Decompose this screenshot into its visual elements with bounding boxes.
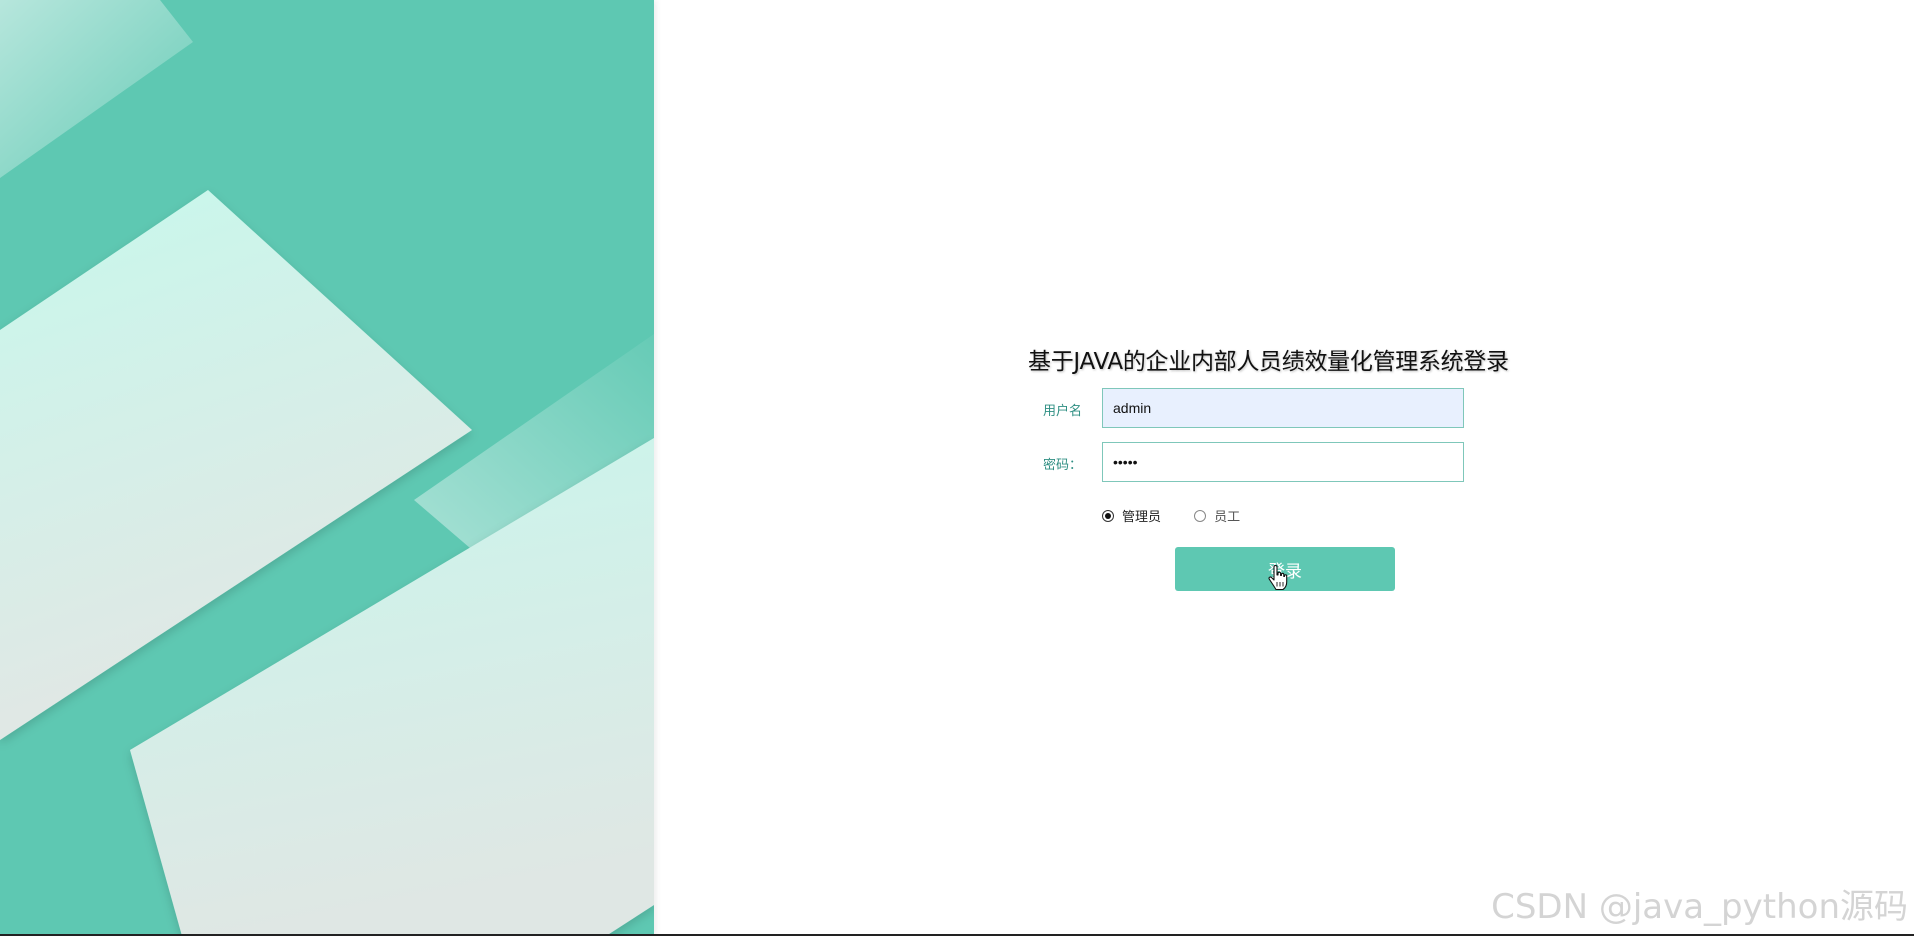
username-label: 用户名 bbox=[1043, 404, 1083, 419]
username-row: 用户名 bbox=[1020, 388, 1580, 432]
role-option-staff[interactable]: 员工 bbox=[1194, 506, 1240, 525]
radio-unchecked-icon[interactable] bbox=[1194, 509, 1207, 522]
radio-checked-icon[interactable] bbox=[1102, 509, 1114, 522]
role-option-admin[interactable]: 管理员 bbox=[1102, 506, 1161, 525]
role-selector: 管理员 员工 bbox=[1102, 506, 1268, 526]
username-input[interactable] bbox=[1102, 388, 1464, 428]
password-row: 密码： bbox=[1020, 442, 1580, 486]
page-title: 基于JAVA的企业内部人员绩效量化管理系统登录 bbox=[1028, 349, 1509, 375]
watermark-text: CSDN @java_python源码 bbox=[1491, 887, 1908, 927]
password-label: 密码： bbox=[1043, 458, 1083, 473]
login-page: 基于JAVA的企业内部人员绩效量化管理系统登录 用户名 密码： 管理员 员工 登… bbox=[0, 0, 1914, 936]
role-label-staff: 员工 bbox=[1214, 510, 1241, 525]
password-input[interactable] bbox=[1102, 442, 1464, 482]
geometric-background-art bbox=[0, 0, 654, 936]
hand-pointer-icon bbox=[1268, 565, 1288, 591]
decorative-side-panel bbox=[0, 0, 654, 936]
role-label-admin: 管理员 bbox=[1122, 510, 1162, 525]
